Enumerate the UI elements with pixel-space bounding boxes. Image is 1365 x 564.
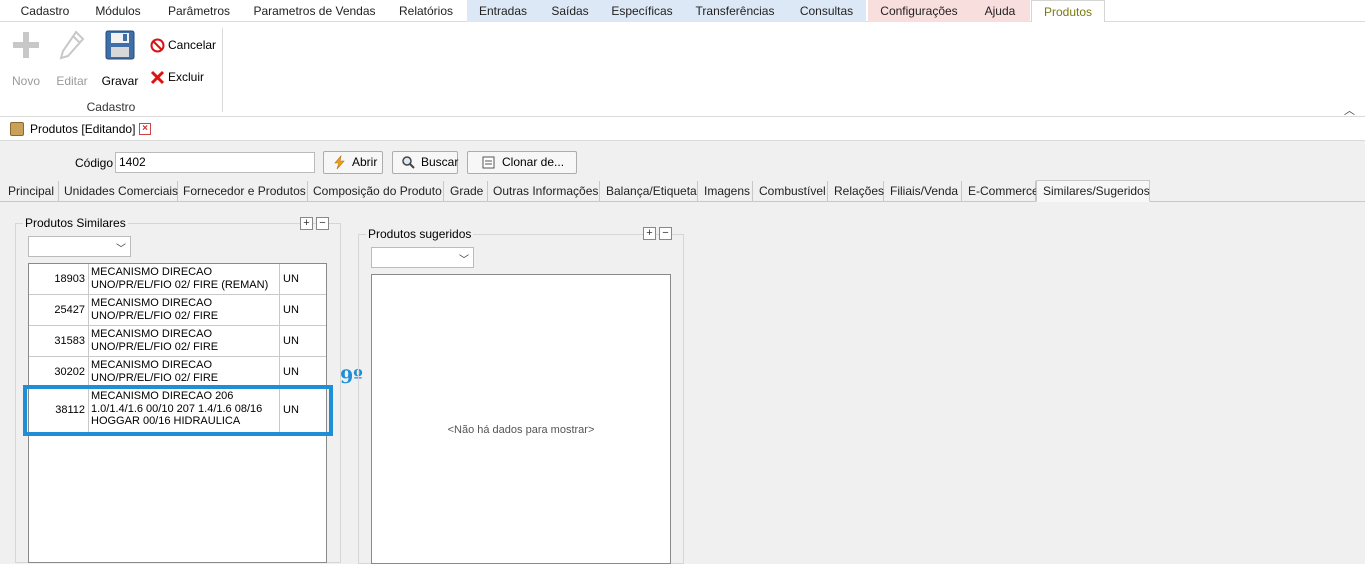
- floppy-disk-icon: [105, 30, 135, 60]
- doc-tab-title: Produtos [Editando]: [30, 122, 136, 136]
- tab-combustivel[interactable]: Combustível: [753, 181, 828, 202]
- menu-saidas[interactable]: Saídas: [539, 0, 601, 22]
- abrir-button[interactable]: Abrir: [323, 151, 383, 174]
- close-icon[interactable]: ×: [139, 123, 151, 135]
- plus-icon: [13, 32, 39, 58]
- tab-fornecedor-produtos[interactable]: Fornecedor e Produtos: [178, 181, 308, 202]
- similares-title: Produtos Similares: [23, 216, 128, 230]
- tab-grade[interactable]: Grade: [444, 181, 488, 202]
- editar-button[interactable]: Editar: [52, 30, 92, 90]
- tab-imagens[interactable]: Imagens: [698, 181, 753, 202]
- clonar-label: Clonar de...: [502, 155, 565, 169]
- menu-transferencias[interactable]: Transferências: [683, 0, 787, 22]
- tab-balanca-etiqueta[interactable]: Balança/Etiqueta: [600, 181, 698, 202]
- remove-similar-icon[interactable]: −: [316, 217, 329, 230]
- add-sugerido-icon[interactable]: +: [643, 227, 656, 240]
- package-icon: [10, 122, 24, 136]
- sugeridos-select[interactable]: ﹀: [371, 247, 474, 268]
- tab-filiais-venda[interactable]: Filiais/Venda: [884, 181, 962, 202]
- cell-unit: UN: [283, 335, 299, 347]
- remove-sugerido-icon[interactable]: −: [659, 227, 672, 240]
- cell-description: MECANISMO DIRECAO UNO/PR/EL/FIO 02/ FIRE: [89, 357, 280, 387]
- buscar-button[interactable]: Buscar: [392, 151, 458, 174]
- editar-label: Editar: [56, 74, 88, 88]
- table-row[interactable]: 18903 MECANISMO DIRECAO UNO/PR/EL/FIO 02…: [29, 264, 326, 295]
- menu-parametros[interactable]: Parâmetros: [160, 0, 238, 22]
- cell-code: 18903: [29, 264, 89, 294]
- search-icon: [402, 156, 415, 169]
- ribbon-separator: [222, 28, 223, 112]
- codigo-input[interactable]: 1402: [115, 152, 315, 173]
- menu-especificas[interactable]: Específicas: [601, 0, 683, 22]
- menu-ajuda[interactable]: Ajuda: [970, 0, 1030, 22]
- excluir-button[interactable]: Excluir: [150, 68, 220, 86]
- page-tabs: Principal Unidades Comerciais Fornecedor…: [0, 180, 1365, 202]
- menu-relatorios[interactable]: Relatórios: [390, 0, 462, 22]
- gravar-button[interactable]: Gravar: [100, 30, 140, 90]
- cancelar-label: Cancelar: [168, 38, 217, 52]
- menu-entradas[interactable]: Entradas: [467, 0, 539, 22]
- cell-unit: UN: [283, 366, 299, 378]
- codigo-label: Código: [75, 156, 114, 170]
- buscar-label: Buscar: [421, 155, 459, 169]
- menu-cadastro[interactable]: Cadastro: [11, 0, 79, 22]
- cell-code: 25427: [29, 295, 89, 325]
- sugeridos-title: Produtos sugeridos: [366, 227, 474, 241]
- ribbon: Novo Editar Gravar Cancelar Excluir Cada…: [0, 22, 1365, 117]
- document-tab-bar: Produtos [Editando] ×: [0, 117, 1365, 141]
- cancel-icon: [150, 38, 165, 53]
- document-icon: [482, 156, 495, 169]
- menu-produtos[interactable]: Produtos: [1031, 0, 1105, 23]
- cell-unit: UN: [283, 304, 299, 316]
- delete-x-icon: [150, 70, 165, 85]
- tab-principal[interactable]: Principal: [4, 181, 59, 202]
- tab-relacoes[interactable]: Relações: [828, 181, 884, 202]
- table-row[interactable]: 25427 MECANISMO DIRECAO UNO/PR/EL/FIO 02…: [29, 295, 326, 326]
- menu-consultas[interactable]: Consultas: [787, 0, 866, 22]
- novo-label: Novo: [11, 74, 40, 88]
- sugeridos-grid[interactable]: [371, 274, 671, 564]
- excluir-label: Excluir: [168, 70, 205, 84]
- pencil-icon: [59, 30, 85, 60]
- cell-code: 30202: [29, 357, 89, 387]
- add-similar-icon[interactable]: +: [300, 217, 313, 230]
- empty-grid-message: <Não há dados para mostrar>: [447, 424, 595, 436]
- tab-e-commerce[interactable]: E-Commerce: [962, 181, 1039, 202]
- lightning-icon: [334, 155, 345, 170]
- cell-unit: UN: [283, 273, 299, 285]
- chevron-down-icon: ﹀: [459, 255, 469, 266]
- table-row[interactable]: 31583 MECANISMO DIRECAO UNO/PR/EL/FIO 02…: [29, 326, 326, 357]
- abrir-label: Abrir: [352, 155, 378, 169]
- tab-unidades-comerciais[interactable]: Unidades Comerciais: [59, 181, 178, 202]
- tab-similares-sugeridos[interactable]: Similares/Sugeridos: [1036, 180, 1150, 202]
- cell-description: MECANISMO DIRECAO UNO/PR/EL/FIO 02/ FIRE…: [89, 264, 280, 294]
- chevron-down-icon: ﹀: [116, 244, 126, 255]
- cell-code: 31583: [29, 326, 89, 356]
- tab-composicao-produto[interactable]: Composição do Produto: [308, 181, 444, 202]
- cell-description: MECANISMO DIRECAO UNO/PR/EL/FIO 02/ FIRE: [89, 295, 280, 325]
- menu-bar: Cadastro Módulos Parâmetros Parametros d…: [0, 0, 1365, 23]
- menu-modulos[interactable]: Módulos: [86, 0, 150, 22]
- menu-parametros-vendas[interactable]: Parametros de Vendas: [248, 0, 381, 22]
- highlight-box: [23, 385, 333, 436]
- gravar-label: Gravar: [101, 74, 139, 88]
- similares-select[interactable]: ﹀: [28, 236, 131, 257]
- tab-outras-informacoes[interactable]: Outras Informações: [488, 181, 600, 202]
- novo-button[interactable]: Novo: [6, 30, 46, 90]
- cancelar-button[interactable]: Cancelar: [150, 36, 220, 54]
- menu-configuracoes[interactable]: Configurações: [868, 0, 970, 22]
- chevron-up-icon[interactable]: ︿: [1344, 102, 1355, 118]
- cell-description: MECANISMO DIRECAO UNO/PR/EL/FIO 02/ FIRE: [89, 326, 280, 356]
- table-row[interactable]: 30202 MECANISMO DIRECAO UNO/PR/EL/FIO 02…: [29, 357, 326, 388]
- clonar-button[interactable]: Clonar de...: [467, 151, 577, 174]
- ribbon-group-cadastro: Cadastro: [86, 100, 136, 114]
